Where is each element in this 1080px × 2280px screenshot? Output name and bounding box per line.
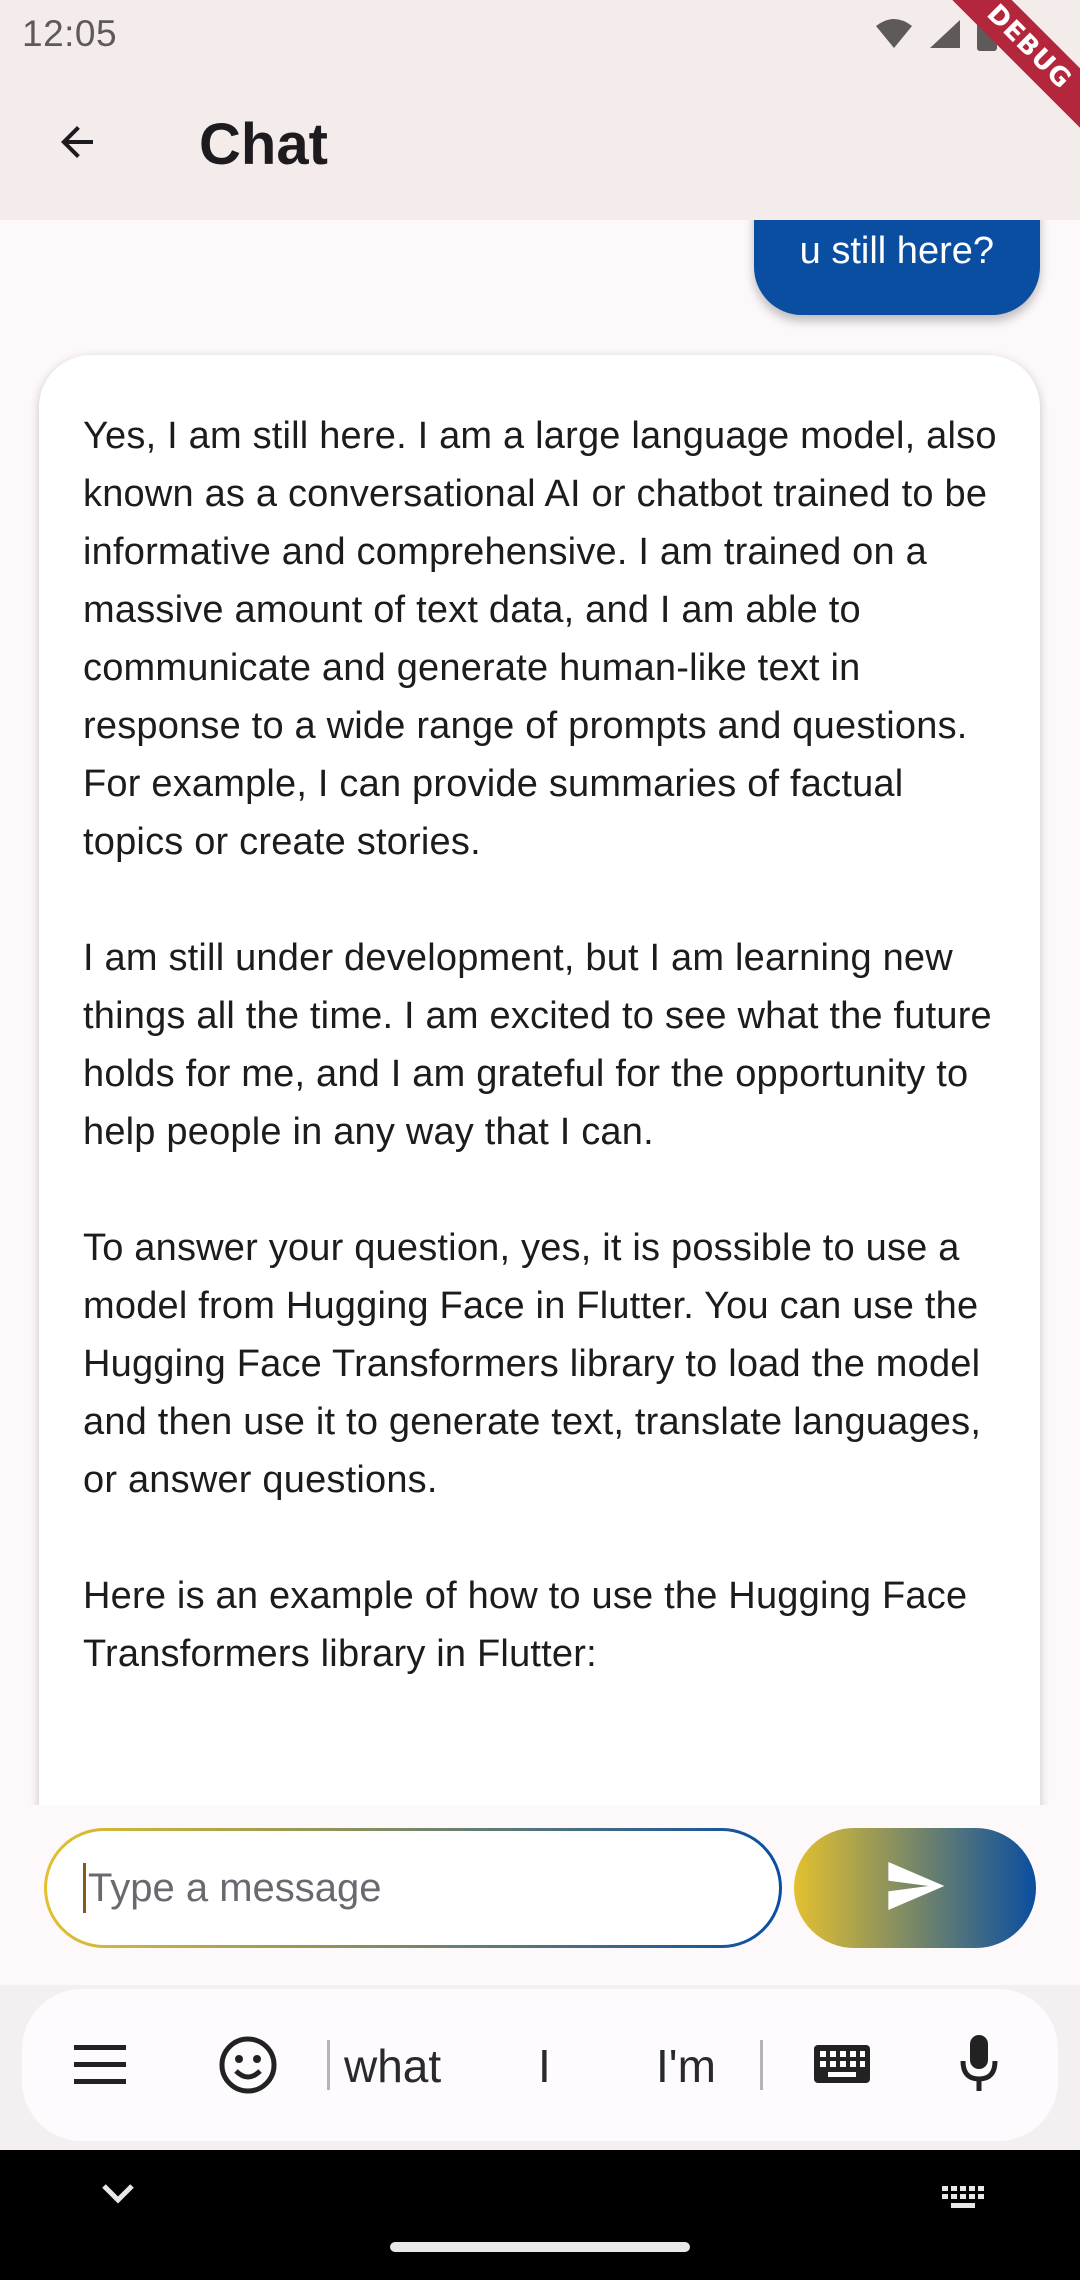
emoji-icon[interactable] xyxy=(218,2035,278,2095)
microphone-icon[interactable] xyxy=(959,2033,999,2095)
message-input-inner xyxy=(47,1831,779,1945)
send-button[interactable] xyxy=(794,1828,1036,1948)
keyboard-toolbar: what I I'm xyxy=(0,1985,1080,2150)
page-title: Chat xyxy=(199,111,328,177)
message-input-container[interactable] xyxy=(44,1828,782,1948)
app-bar: Chat xyxy=(0,68,1080,220)
home-handle[interactable] xyxy=(390,2242,690,2252)
wifi-icon xyxy=(874,18,914,50)
text-caret xyxy=(83,1863,86,1913)
bot-message-bubble: Yes, I am still here. I am a large langu… xyxy=(39,355,1040,1805)
suggestion-word[interactable]: I xyxy=(538,2039,551,2093)
message-input[interactable] xyxy=(88,1865,728,1911)
message-composer xyxy=(0,1805,1080,1985)
keyboard-icon[interactable] xyxy=(812,2043,872,2085)
system-navigation-bar xyxy=(0,2150,1080,2280)
suggestion-divider xyxy=(760,2040,763,2090)
chat-list[interactable]: u still here? Yes, I am still here. I am… xyxy=(0,220,1080,1805)
bot-message-text: Yes, I am still here. I am a large langu… xyxy=(83,415,997,1675)
send-icon xyxy=(883,1854,947,1923)
chevron-down-icon[interactable] xyxy=(98,2180,138,2206)
keyboard-switch-icon[interactable] xyxy=(940,2184,986,2210)
user-message-bubble: u still here? xyxy=(753,220,1040,315)
arrow-back-icon xyxy=(53,118,101,171)
suggestion-word[interactable]: what xyxy=(344,2039,441,2093)
menu-icon[interactable] xyxy=(72,2039,128,2091)
signal-icon xyxy=(928,18,962,50)
suggestion-divider xyxy=(327,2040,330,2090)
suggestion-word[interactable]: I'm xyxy=(656,2039,716,2093)
back-button[interactable] xyxy=(29,96,125,192)
keyboard-suggestion-strip: what I I'm xyxy=(22,1989,1058,2141)
status-bar: 12:05 xyxy=(0,0,1080,68)
status-time: 12:05 xyxy=(22,13,118,54)
